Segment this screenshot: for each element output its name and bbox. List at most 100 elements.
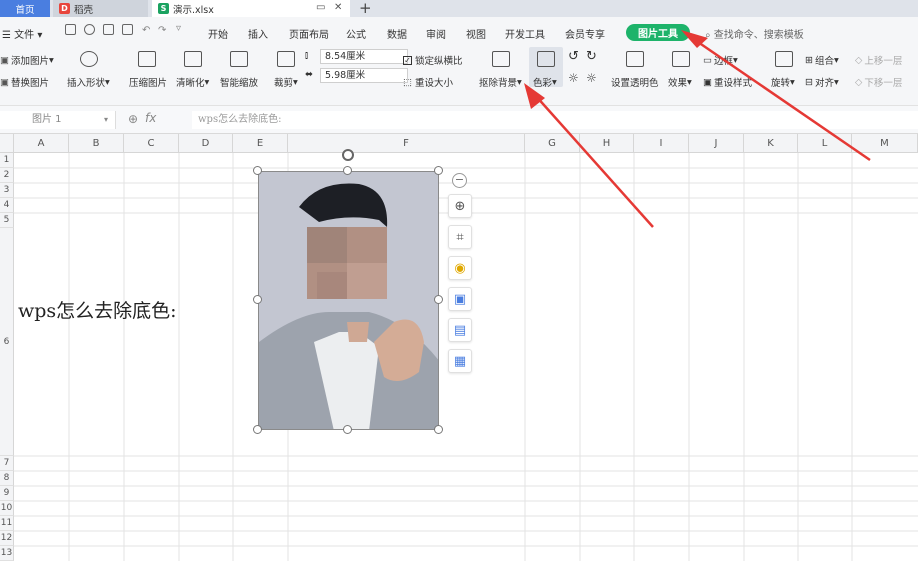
fx-icon[interactable]: fx (145, 111, 156, 125)
group-button[interactable]: ⊞ 组合 ▾ (805, 53, 839, 68)
name-box[interactable]: 图片 1 (0, 111, 116, 129)
height-input[interactable]: 8.54厘米 (320, 49, 408, 64)
crop-tool-icon[interactable]: ⌗ (448, 225, 472, 249)
row-header[interactable]: 1 (0, 153, 14, 168)
width-input[interactable]: 5.98厘米 (320, 68, 408, 83)
name-box-dropdown-icon[interactable]: ▾ (104, 115, 108, 124)
contrast-icon[interactable]: ☼ (586, 71, 597, 85)
rotate-right-icon[interactable]: ↻ (586, 49, 597, 64)
brightness-icon[interactable]: ☼ (568, 71, 579, 85)
resize-handle-sw[interactable] (253, 425, 262, 434)
resize-handle-nw[interactable] (253, 166, 262, 175)
row-header[interactable]: 2 (0, 168, 14, 183)
menu-page-layout[interactable]: 页面布局 (289, 26, 329, 41)
collapse-icon[interactable]: − (452, 173, 467, 188)
resize-handle-w[interactable] (253, 295, 262, 304)
resize-handle-s[interactable] (343, 425, 352, 434)
picture-convert-icon[interactable]: ▤ (448, 318, 472, 342)
print-icon[interactable] (103, 24, 114, 35)
zoom-in-icon[interactable]: ⊕ (448, 194, 472, 218)
save-icon[interactable] (65, 24, 76, 35)
zoom-icon[interactable]: ⊕ (128, 112, 138, 126)
row-header[interactable]: 4 (0, 198, 14, 213)
insert-shape-button[interactable]: 插入形状 ▾ (67, 75, 110, 90)
row-header[interactable]: 12 (0, 531, 14, 546)
bring-forward-button[interactable]: ◇ 上移一层 (855, 53, 902, 68)
color-button[interactable]: 色彩 ▾ (533, 75, 557, 90)
tab-document[interactable]: S 演示.xlsx ▭ ✕ (152, 0, 350, 17)
column-header[interactable]: E (233, 134, 288, 153)
resize-handle-n[interactable] (343, 166, 352, 175)
menu-insert[interactable]: 插入 (248, 26, 268, 41)
menu-review[interactable]: 审阅 (426, 26, 446, 41)
select-all-corner[interactable] (0, 134, 14, 153)
idea-icon[interactable]: ◉ (448, 256, 472, 280)
align-button[interactable]: ⊟ 对齐 ▾ (805, 75, 839, 90)
menu-member[interactable]: 会员专享 (565, 26, 605, 41)
menu-start[interactable]: 开始 (208, 26, 228, 41)
pin-icon[interactable]: ▭ (316, 2, 325, 13)
resize-handle-e[interactable] (434, 295, 443, 304)
send-backward-button[interactable]: ◇ 下移一层 (855, 75, 902, 90)
column-header[interactable]: L (798, 134, 852, 153)
formula-input[interactable]: wps怎么去除底色: (192, 111, 918, 129)
sharpen-button[interactable]: 清晰化 ▾ (176, 75, 209, 90)
lock-ratio-checkbox[interactable]: ✓ 锁定纵横比 (403, 53, 463, 67)
column-header[interactable]: F (288, 134, 525, 153)
column-header[interactable]: A (14, 134, 69, 153)
command-search[interactable]: ⌕ 查找命令、搜索模板 (705, 26, 804, 41)
crop-button[interactable]: 裁剪 ▾ (274, 75, 298, 90)
rotate-left-icon[interactable]: ↺ (568, 49, 579, 64)
compress-button[interactable]: 压缩图片 (129, 75, 167, 89)
column-header[interactable]: K (744, 134, 798, 153)
picture-tools-tab[interactable]: 图片工具 (626, 24, 690, 41)
row-header[interactable]: 6 (0, 228, 14, 456)
column-header[interactable]: C (124, 134, 179, 153)
row-header[interactable]: 13 (0, 546, 14, 561)
menu-developer[interactable]: 开发工具 (505, 26, 545, 41)
set-transparent-button[interactable]: 设置透明色 (611, 75, 659, 89)
reset-style-button[interactable]: ▣ 重设样式 (703, 75, 752, 90)
customize-icon[interactable]: ▿ (176, 23, 181, 34)
preview-icon[interactable] (122, 24, 133, 35)
column-header[interactable]: M (852, 134, 918, 153)
rotate-button[interactable]: 旋转 ▾ (771, 75, 795, 90)
row-header[interactable]: 7 (0, 456, 14, 471)
remove-background-button[interactable]: 抠除背景 ▾ (479, 75, 522, 90)
row-header[interactable]: 5 (0, 213, 14, 228)
rotate-handle[interactable] (342, 149, 354, 161)
border-button[interactable]: ▭ 边框 ▾ (703, 53, 738, 68)
resize-handle-se[interactable] (434, 425, 443, 434)
selected-picture[interactable] (258, 171, 439, 430)
undo-icon[interactable]: ↶ (142, 25, 150, 36)
column-header[interactable]: D (179, 134, 233, 153)
tab-home[interactable]: 首页 (0, 0, 50, 17)
picture-more-icon[interactable]: ▦ (448, 349, 472, 373)
tab-docer[interactable]: D 稻壳 (53, 0, 148, 17)
column-header[interactable]: I (634, 134, 689, 153)
column-header[interactable]: J (689, 134, 744, 153)
menu-view[interactable]: 视图 (466, 26, 486, 41)
picture-edit-icon[interactable]: ▣ (448, 287, 472, 311)
menu-formula[interactable]: 公式 (346, 26, 366, 41)
row-header[interactable]: 8 (0, 471, 14, 486)
menu-file[interactable]: ☰ 文件 ▾ (2, 26, 42, 41)
new-tab-button[interactable]: + (359, 0, 372, 17)
reset-size-button[interactable]: ⬚ 重设大小 (403, 75, 453, 90)
row-header[interactable]: 10 (0, 501, 14, 516)
add-picture-button[interactable]: ▣ 添加图片 ▾ (0, 53, 54, 68)
menu-data[interactable]: 数据 (387, 26, 407, 41)
smart-zoom-button[interactable]: 智能缩放 (220, 75, 258, 89)
replace-picture-button[interactable]: ▣ 替换图片 (0, 75, 49, 90)
export-icon[interactable] (84, 24, 95, 35)
cell-a6-text[interactable]: wps怎么去除底色: (18, 296, 177, 323)
column-header[interactable]: H (580, 134, 634, 153)
row-header[interactable]: 3 (0, 183, 14, 198)
resize-handle-ne[interactable] (434, 166, 443, 175)
row-header[interactable]: 9 (0, 486, 14, 501)
row-header[interactable]: 11 (0, 516, 14, 531)
column-header[interactable]: G (525, 134, 580, 153)
column-header[interactable]: B (69, 134, 124, 153)
close-icon[interactable]: ✕ (334, 2, 342, 13)
effects-button[interactable]: 效果 ▾ (668, 75, 692, 90)
